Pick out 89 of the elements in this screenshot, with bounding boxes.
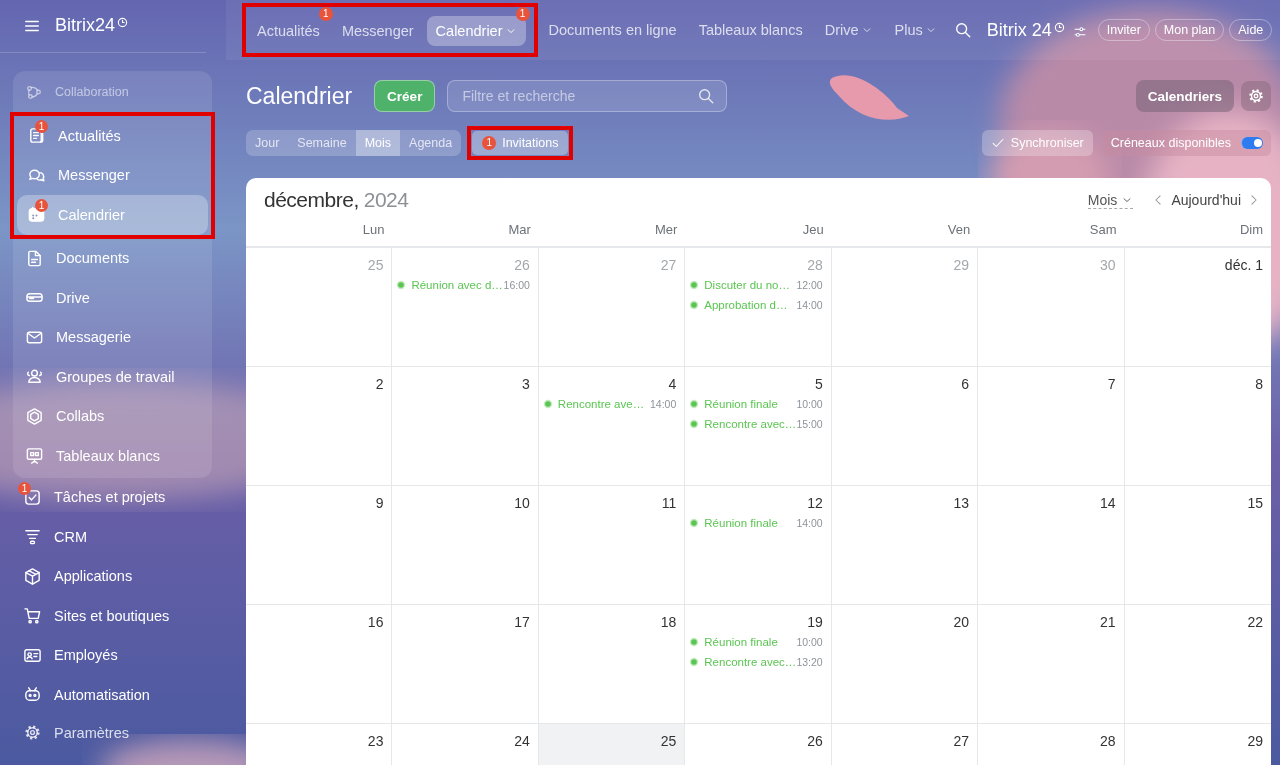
logo[interactable]: Bitrix 24	[986, 19, 1087, 41]
weekday-label: Mer	[653, 222, 679, 239]
day-number: 14	[1099, 495, 1116, 513]
day-number: 16	[366, 614, 384, 632]
sidebar-item[interactable]: Sites et boutiques	[0, 596, 226, 636]
nav-tab[interactable]: Tableaux blancs	[689, 15, 812, 45]
slots-label: Créneaux disponibles	[1110, 136, 1231, 150]
day-number: 26	[806, 733, 823, 751]
nav-tab[interactable]: Calendrier	[426, 16, 526, 46]
sidebar-item[interactable]: Messagerie	[15, 317, 210, 358]
day-number: 30	[1099, 257, 1116, 275]
sidebar-item[interactable]: Drive	[15, 278, 210, 318]
day-number: 26	[513, 257, 530, 275]
nav-tab[interactable]: Documents en ligne	[539, 15, 686, 45]
event-item[interactable]: Réunion finale 10:00	[689, 394, 823, 414]
day-number: 27	[952, 733, 970, 751]
calendars-button[interactable]: Calendriers	[1135, 80, 1234, 112]
event-item[interactable]: Discuter du no… 12:00	[689, 275, 823, 295]
day-number: 19	[806, 614, 823, 632]
weekday-label: Lun	[361, 222, 386, 239]
event-item[interactable]: Rencontre ave… 14:00	[542, 394, 677, 414]
month-title: décembre, 2024	[264, 188, 409, 212]
sidebar-item[interactable]: Collabs	[15, 396, 210, 437]
day-number: 25	[659, 733, 677, 751]
sidebar-item[interactable]: Groupes de travail	[15, 357, 210, 397]
logo[interactable]: Bitrix24	[55, 15, 129, 37]
day-number: 21	[1099, 614, 1116, 632]
view-tab[interactable]: Agenda	[400, 130, 462, 156]
day-number: 28	[806, 257, 823, 275]
weekday-label: Dim	[1238, 222, 1264, 239]
day-number: 3	[521, 376, 530, 394]
page-title: Calendrier	[246, 82, 353, 110]
day-number: 28	[1099, 733, 1116, 751]
sync-button[interactable]: Synchroniser	[981, 130, 1093, 156]
day-number: 2	[374, 376, 384, 394]
sidebar-item[interactable]: Employés	[0, 635, 226, 676]
invitations-button[interactable]: 1 Invitations	[472, 131, 569, 155]
day-number: 23	[366, 733, 384, 751]
sidebar-item[interactable]: Tâches et projets 1	[0, 477, 226, 518]
settings-link[interactable]: Paramètres	[0, 714, 226, 751]
day-number: 25	[366, 257, 384, 275]
sidebar-item[interactable]: Calendrier 1	[17, 195, 208, 235]
view-select[interactable]: Mois	[1087, 191, 1134, 209]
day-number: 20	[952, 614, 970, 632]
day-number: 11	[660, 495, 677, 513]
event-item[interactable]: Réunion finale 10:00	[689, 632, 823, 652]
view-tab[interactable]: Mois	[355, 130, 401, 156]
weekday-label: Sam	[1088, 222, 1118, 239]
sidebar-item[interactable]: Automatisation	[0, 675, 226, 715]
day-number: 9	[374, 495, 384, 513]
sidebar-item[interactable]: Messenger	[17, 155, 208, 196]
day-number: 17	[513, 614, 530, 632]
day-number: 10	[513, 495, 530, 513]
sidebar-item[interactable]: Documents	[15, 238, 210, 279]
sidebar-item[interactable]: Actualités 1	[17, 116, 208, 156]
day-number: 8	[1254, 376, 1263, 394]
day-number: 6	[960, 376, 970, 394]
event-item[interactable]: Réunion finale 14:00	[689, 513, 823, 533]
event-item[interactable]: Rencontre avec…13:20	[689, 652, 823, 672]
day-number: 27	[659, 257, 677, 275]
sidebar-item[interactable]: Applications	[0, 556, 226, 597]
sidebar-item[interactable]: CRM	[0, 517, 226, 557]
weekday-label: Mar	[507, 222, 532, 239]
day-number: 13	[952, 495, 970, 513]
weekday-label: Ven	[946, 222, 972, 239]
day-number: 29	[952, 257, 970, 275]
today-button[interactable]: Aujourd'hui	[1169, 192, 1243, 208]
day-number: 29	[1246, 733, 1263, 751]
day-number: 12	[806, 495, 823, 513]
view-tab[interactable]: Semaine	[288, 130, 356, 156]
day-number: 4	[667, 376, 677, 394]
weekday-label: Jeu	[801, 222, 825, 239]
day-number: 5	[813, 376, 823, 394]
create-button[interactable]: Créer	[374, 80, 436, 112]
day-number: 7	[1106, 376, 1116, 394]
sidebar-item[interactable]: Tableaux blancs	[15, 436, 210, 476]
nav-tab[interactable]: Drive	[815, 15, 882, 45]
section-header: Collaboration	[15, 72, 210, 113]
nav-tab[interactable]: Plus	[885, 15, 946, 45]
event-item[interactable]: Rencontre avec…15:00	[689, 414, 823, 434]
event-item[interactable]: Approbation d… 14:00	[689, 295, 823, 315]
day-number: 18	[659, 614, 677, 632]
event-item[interactable]: Réunion avec d…16:00	[396, 275, 530, 295]
nav-tab[interactable]: Messenger	[332, 16, 423, 46]
day-number: 15	[1246, 495, 1263, 513]
view-tab[interactable]: Jour	[246, 130, 289, 156]
day-number: 22	[1246, 614, 1263, 632]
day-number: déc. 1	[1223, 257, 1263, 275]
day-number: 24	[513, 733, 530, 751]
